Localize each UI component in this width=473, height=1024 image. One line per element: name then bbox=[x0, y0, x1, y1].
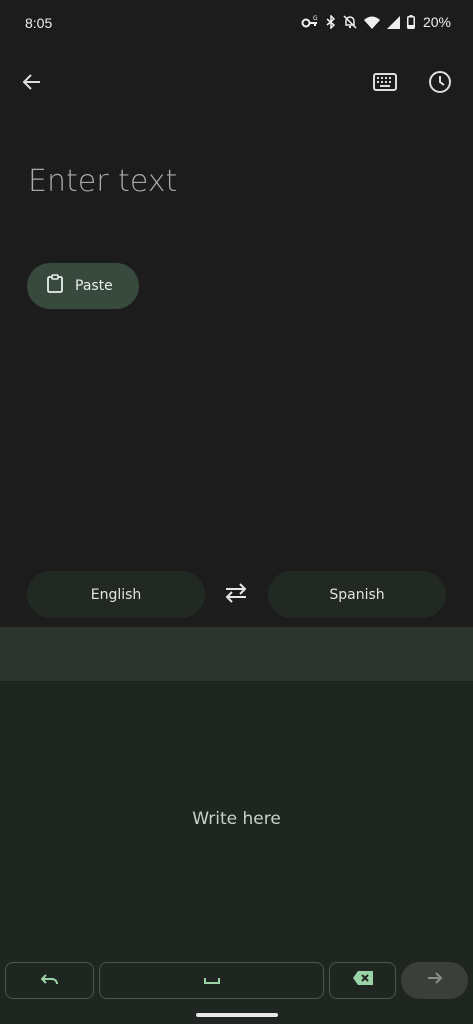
bluetooth-icon bbox=[326, 15, 336, 29]
undo-icon bbox=[40, 972, 59, 990]
navigation-handle[interactable] bbox=[196, 1013, 278, 1017]
paste-label: Paste bbox=[75, 278, 113, 294]
handwriting-area[interactable]: Write here bbox=[0, 681, 473, 957]
notifications-off-icon bbox=[343, 15, 357, 29]
handwriting-prompt: Write here bbox=[192, 809, 281, 829]
target-language-button[interactable]: Spanish bbox=[268, 571, 446, 618]
back-arrow-icon bbox=[22, 72, 42, 97]
app-bar bbox=[0, 60, 473, 108]
paste-button[interactable]: Paste bbox=[27, 263, 139, 309]
backspace-icon bbox=[352, 970, 374, 991]
vpn-key-icon: G bbox=[301, 15, 319, 29]
battery-icon bbox=[406, 15, 415, 29]
history-icon bbox=[428, 70, 452, 99]
status-time: 8:05 bbox=[25, 15, 53, 31]
swap-arrows-icon bbox=[223, 582, 249, 609]
suggestion-strip bbox=[0, 627, 473, 681]
keyboard-button[interactable] bbox=[365, 64, 405, 104]
clipboard-icon bbox=[47, 274, 63, 298]
enter-arrow-icon bbox=[427, 971, 443, 990]
undo-key[interactable] bbox=[5, 962, 94, 999]
signal-icon bbox=[386, 15, 400, 29]
svg-text:G: G bbox=[313, 15, 318, 22]
space-key[interactable] bbox=[99, 962, 324, 999]
language-selector: English Spanish bbox=[0, 571, 473, 619]
backspace-key[interactable] bbox=[329, 962, 396, 999]
wifi-icon bbox=[363, 16, 380, 29]
status-bar: 8:05 G 20% bbox=[0, 0, 473, 48]
space-icon bbox=[203, 972, 220, 990]
history-button[interactable] bbox=[420, 64, 460, 104]
enter-key[interactable] bbox=[401, 962, 468, 999]
back-button[interactable] bbox=[12, 64, 52, 104]
swap-languages-button[interactable] bbox=[221, 581, 251, 609]
source-text-input[interactable]: Enter text bbox=[28, 164, 177, 199]
source-language-button[interactable]: English bbox=[27, 571, 205, 618]
keyboard-icon bbox=[373, 72, 397, 96]
battery-percentage: 20% bbox=[422, 14, 451, 30]
status-icons: G 20% bbox=[301, 14, 451, 30]
